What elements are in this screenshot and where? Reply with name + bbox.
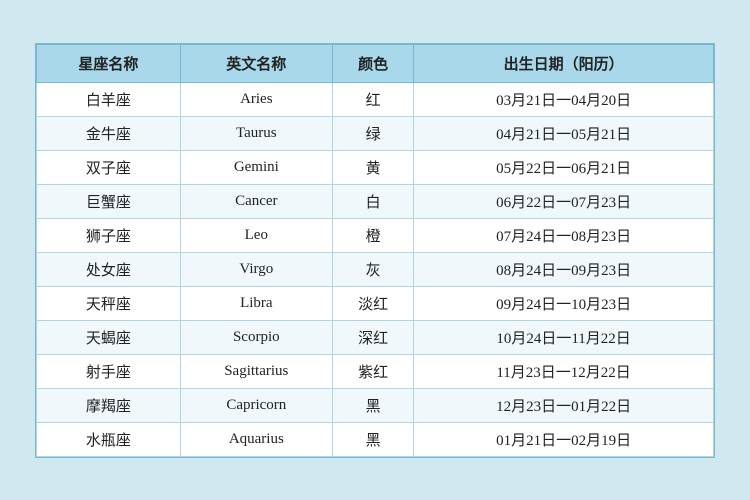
cell-r0-c2: 红 <box>332 82 413 116</box>
zodiac-table-wrapper: 星座名称英文名称颜色出生日期（阳历） 白羊座Aries红03月21日一04月20… <box>35 43 715 458</box>
header-col-3: 出生日期（阳历） <box>414 44 714 82</box>
cell-r4-c0: 狮子座 <box>37 218 181 252</box>
cell-r2-c1: Gemini <box>180 150 332 184</box>
cell-r2-c2: 黄 <box>332 150 413 184</box>
cell-r6-c2: 淡红 <box>332 286 413 320</box>
cell-r0-c3: 03月21日一04月20日 <box>414 82 714 116</box>
cell-r10-c0: 水瓶座 <box>37 422 181 456</box>
zodiac-table: 星座名称英文名称颜色出生日期（阳历） 白羊座Aries红03月21日一04月20… <box>36 44 714 457</box>
table-header-row: 星座名称英文名称颜色出生日期（阳历） <box>37 44 714 82</box>
cell-r4-c3: 07月24日一08月23日 <box>414 218 714 252</box>
header-col-2: 颜色 <box>332 44 413 82</box>
cell-r5-c2: 灰 <box>332 252 413 286</box>
cell-r8-c3: 11月23日一12月22日 <box>414 354 714 388</box>
table-row: 白羊座Aries红03月21日一04月20日 <box>37 82 714 116</box>
cell-r7-c0: 天蝎座 <box>37 320 181 354</box>
cell-r8-c1: Sagittarius <box>180 354 332 388</box>
cell-r6-c1: Libra <box>180 286 332 320</box>
cell-r3-c1: Cancer <box>180 184 332 218</box>
cell-r9-c3: 12月23日一01月22日 <box>414 388 714 422</box>
cell-r3-c0: 巨蟹座 <box>37 184 181 218</box>
cell-r10-c3: 01月21日一02月19日 <box>414 422 714 456</box>
header-col-1: 英文名称 <box>180 44 332 82</box>
cell-r9-c2: 黑 <box>332 388 413 422</box>
cell-r7-c3: 10月24日一11月22日 <box>414 320 714 354</box>
cell-r7-c2: 深红 <box>332 320 413 354</box>
cell-r10-c2: 黑 <box>332 422 413 456</box>
cell-r5-c0: 处女座 <box>37 252 181 286</box>
cell-r9-c0: 摩羯座 <box>37 388 181 422</box>
cell-r10-c1: Aquarius <box>180 422 332 456</box>
cell-r6-c3: 09月24日一10月23日 <box>414 286 714 320</box>
cell-r2-c3: 05月22日一06月21日 <box>414 150 714 184</box>
table-row: 狮子座Leo橙07月24日一08月23日 <box>37 218 714 252</box>
cell-r3-c3: 06月22日一07月23日 <box>414 184 714 218</box>
table-row: 双子座Gemini黄05月22日一06月21日 <box>37 150 714 184</box>
header-col-0: 星座名称 <box>37 44 181 82</box>
cell-r7-c1: Scorpio <box>180 320 332 354</box>
cell-r2-c0: 双子座 <box>37 150 181 184</box>
cell-r4-c2: 橙 <box>332 218 413 252</box>
cell-r1-c0: 金牛座 <box>37 116 181 150</box>
cell-r3-c2: 白 <box>332 184 413 218</box>
cell-r6-c0: 天秤座 <box>37 286 181 320</box>
cell-r5-c1: Virgo <box>180 252 332 286</box>
cell-r0-c0: 白羊座 <box>37 82 181 116</box>
table-row: 摩羯座Capricorn黑12月23日一01月22日 <box>37 388 714 422</box>
table-row: 射手座Sagittarius紫红11月23日一12月22日 <box>37 354 714 388</box>
cell-r1-c2: 绿 <box>332 116 413 150</box>
table-row: 水瓶座Aquarius黑01月21日一02月19日 <box>37 422 714 456</box>
table-body: 白羊座Aries红03月21日一04月20日金牛座Taurus绿04月21日一0… <box>37 82 714 456</box>
cell-r1-c3: 04月21日一05月21日 <box>414 116 714 150</box>
cell-r0-c1: Aries <box>180 82 332 116</box>
cell-r8-c2: 紫红 <box>332 354 413 388</box>
table-row: 处女座Virgo灰08月24日一09月23日 <box>37 252 714 286</box>
cell-r8-c0: 射手座 <box>37 354 181 388</box>
table-row: 金牛座Taurus绿04月21日一05月21日 <box>37 116 714 150</box>
cell-r1-c1: Taurus <box>180 116 332 150</box>
table-row: 巨蟹座Cancer白06月22日一07月23日 <box>37 184 714 218</box>
cell-r9-c1: Capricorn <box>180 388 332 422</box>
cell-r4-c1: Leo <box>180 218 332 252</box>
table-row: 天蝎座Scorpio深红10月24日一11月22日 <box>37 320 714 354</box>
cell-r5-c3: 08月24日一09月23日 <box>414 252 714 286</box>
table-row: 天秤座Libra淡红09月24日一10月23日 <box>37 286 714 320</box>
